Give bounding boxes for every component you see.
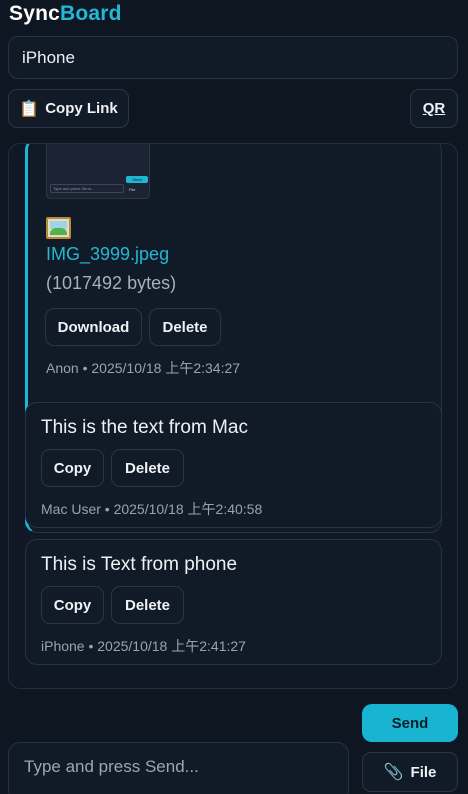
clipboard-icon: 📋 xyxy=(19,100,40,118)
item-meta: iPhone • 2025/10/18 上午2:41:27 xyxy=(41,638,246,654)
room-input[interactable] xyxy=(8,36,458,79)
paperclip-icon: 📎 xyxy=(383,764,404,781)
image-file-icon xyxy=(46,217,71,239)
file-size: (1017492 bytes) xyxy=(46,273,177,293)
brand-board: Board xyxy=(60,2,122,25)
delete-button[interactable]: Delete xyxy=(149,308,221,346)
delete-button[interactable]: Delete xyxy=(111,449,184,487)
app-logo: SyncBoard xyxy=(9,2,122,26)
copy-button[interactable]: Copy xyxy=(41,449,104,487)
download-button[interactable]: Download xyxy=(45,308,142,346)
item-meta: Anon • 2025/10/18 上午2:34:27 xyxy=(46,360,241,376)
delete-button[interactable]: Delete xyxy=(111,586,184,624)
image-thumbnail[interactable]: Send Type and press Send... File xyxy=(46,144,150,199)
message-text: This is Text from phone xyxy=(41,554,238,575)
file-name-link[interactable]: IMG_3999.jpeg xyxy=(46,244,169,265)
text-item: This is Text from phone Copy Delete iPho… xyxy=(25,539,442,665)
message-feed[interactable]: Send Type and press Send... File IMG_399… xyxy=(8,143,458,689)
file-button[interactable]: 📎 File xyxy=(362,752,458,792)
send-button[interactable]: Send xyxy=(362,704,458,742)
message-text: This is the text from Mac xyxy=(41,417,248,438)
thumbnail-file: File xyxy=(129,187,136,192)
text-item: This is the text from Mac Copy Delete Ma… xyxy=(25,402,442,528)
copy-link-button[interactable]: 📋 Copy Link xyxy=(8,89,129,128)
item-meta: Mac User • 2025/10/18 上午2:40:58 xyxy=(41,501,263,517)
file-button-label: File xyxy=(410,763,437,781)
copy-link-label: Copy Link xyxy=(45,100,118,117)
brand-sync: Sync xyxy=(9,2,60,25)
message-input[interactable] xyxy=(8,742,349,794)
copy-button[interactable]: Copy xyxy=(41,586,104,624)
thumbnail-send: Send xyxy=(126,176,148,183)
qr-button[interactable]: QR xyxy=(410,89,458,128)
thumbnail-input: Type and press Send... xyxy=(50,184,124,193)
syncboard-app: SyncBoard 📋 Copy Link QR Send Type and p… xyxy=(0,0,468,794)
